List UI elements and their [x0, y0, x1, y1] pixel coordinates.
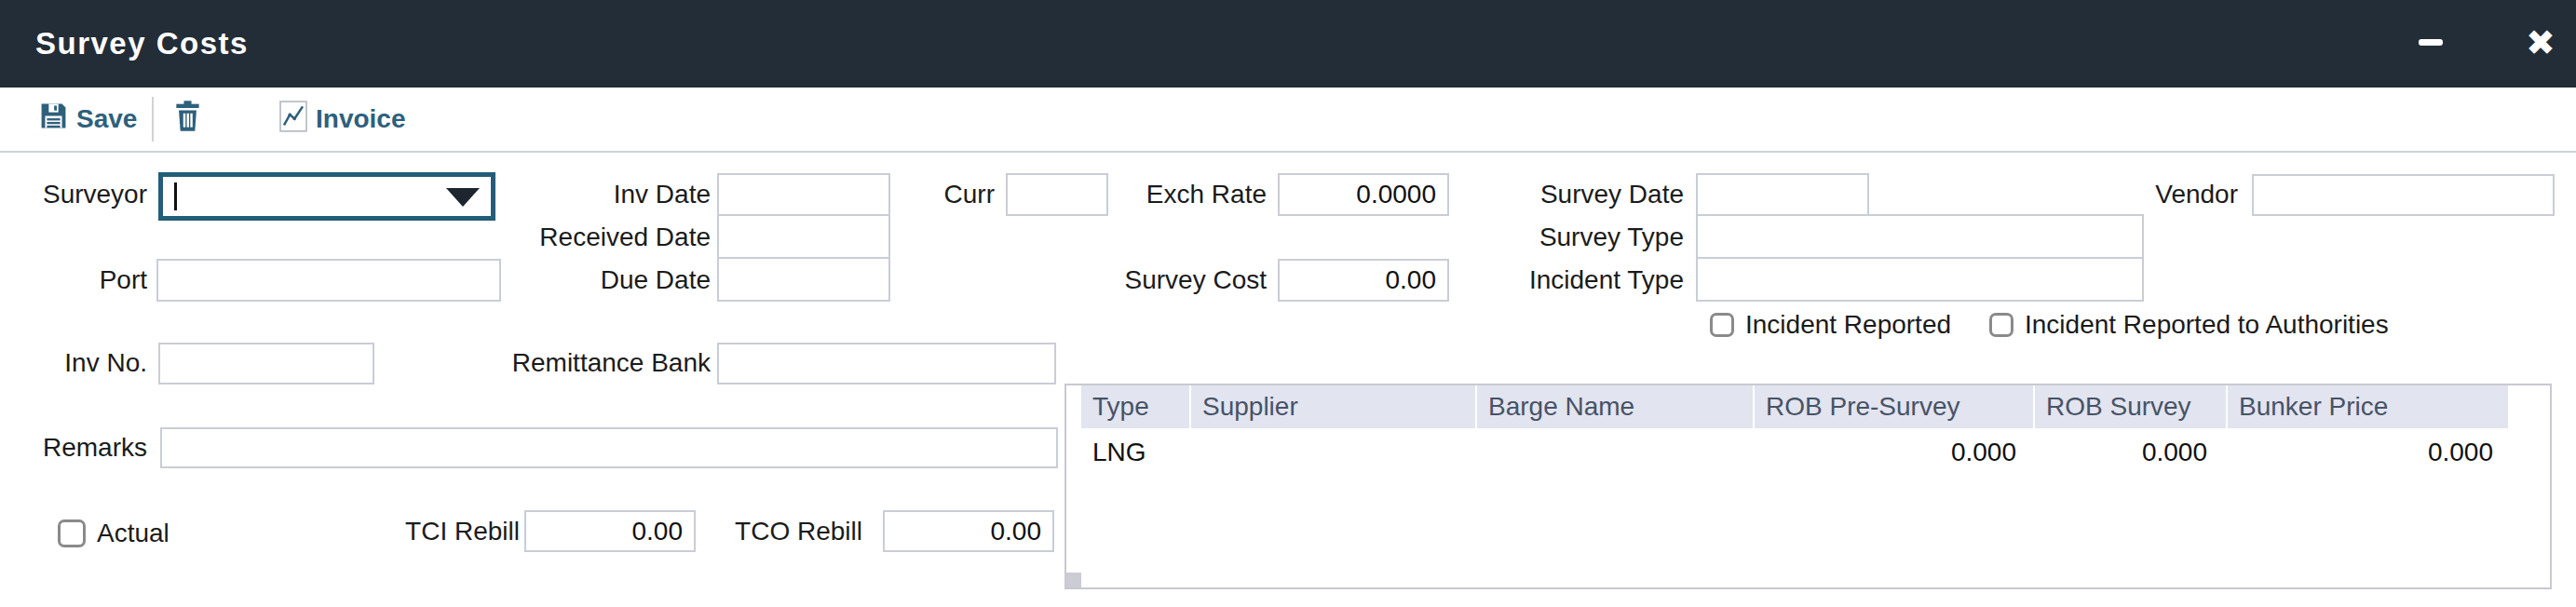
exch-rate-input[interactable] [1278, 173, 1449, 216]
survey-date-input[interactable] [1696, 173, 1869, 216]
scrollbar-corner [1066, 573, 1081, 587]
tco-rebill-label: TCO Rebill [723, 511, 862, 552]
save-button-label: Save [76, 104, 137, 134]
tci-rebill-input[interactable] [524, 510, 696, 552]
surveyor-dropdown[interactable] [158, 172, 495, 221]
cell-rob-survey[interactable]: 0.000 [2035, 432, 2207, 473]
inv-no-label: Inv No. [7, 343, 147, 384]
incident-reported-label: Incident Reported [1745, 304, 1951, 345]
remarks-input[interactable] [160, 427, 1058, 468]
window-title: Survey Costs [35, 0, 249, 88]
surveyor-label: Surveyor [7, 174, 147, 215]
bunker-table: Type Supplier Barge Name ROB Pre-Survey … [1064, 384, 2552, 589]
incident-reported-to-authorities-label: Incident Reported to Authorities [2025, 304, 2389, 345]
actual-label: Actual [97, 513, 169, 554]
received-date-input[interactable] [717, 214, 890, 259]
save-icon [39, 101, 68, 137]
survey-type-input[interactable] [1696, 214, 2144, 259]
close-icon[interactable]: ✖ [2515, 0, 2567, 88]
column-header-supplier[interactable]: Supplier [1191, 385, 1475, 428]
inv-date-input[interactable] [717, 173, 890, 216]
vendor-input[interactable] [2252, 174, 2555, 216]
due-date-label: Due Date [524, 260, 711, 301]
tco-rebill-input[interactable] [883, 510, 1054, 552]
inv-no-input[interactable] [158, 343, 374, 384]
vendor-label: Vendor [2126, 174, 2238, 215]
port-label: Port [7, 260, 147, 301]
cell-rob-pre-survey[interactable]: 0.000 [1755, 432, 2016, 473]
toolbar-separator [152, 97, 154, 142]
remittance-bank-input[interactable] [717, 343, 1056, 384]
trash-icon [175, 101, 200, 138]
curr-label: Curr [902, 174, 995, 215]
due-date-input[interactable] [717, 257, 890, 302]
survey-costs-window: Survey Costs ✖ Save [0, 0, 2576, 607]
exch-rate-label: Exch Rate [1127, 174, 1267, 215]
column-header-rob-survey[interactable]: ROB Survey [2035, 385, 2226, 428]
toolbar: Save [0, 88, 2576, 153]
incident-reported-checkbox[interactable] [1710, 313, 1734, 337]
text-cursor [174, 182, 177, 210]
remarks-label: Remarks [7, 427, 147, 468]
incident-reported-to-authorities-checkbox[interactable] [1989, 313, 2013, 337]
column-header-rob-pre-survey[interactable]: ROB Pre-Survey [1755, 385, 2033, 428]
inv-date-label: Inv Date [524, 174, 711, 215]
cell-bunker-price[interactable]: 0.000 [2228, 432, 2493, 473]
actual-checkbox[interactable] [58, 519, 86, 547]
title-bar: Survey Costs ✖ [0, 0, 2576, 88]
survey-type-label: Survey Type [1516, 217, 1684, 258]
cell-type[interactable]: LNG [1092, 432, 1186, 473]
delete-button[interactable] [175, 88, 200, 151]
column-header-type[interactable]: Type [1081, 385, 1189, 428]
survey-cost-input[interactable] [1278, 259, 1449, 302]
curr-input[interactable] [1006, 173, 1108, 216]
received-date-label: Received Date [487, 217, 711, 258]
chevron-down-icon [446, 188, 480, 207]
remittance-bank-label: Remittance Bank [468, 343, 711, 384]
tci-rebill-label: TCI Rebill [380, 511, 520, 552]
invoice-button[interactable]: Invoice [279, 88, 405, 151]
survey-cost-label: Survey Cost [1099, 260, 1267, 301]
invoice-chart-icon [279, 101, 307, 139]
column-header-barge-name[interactable]: Barge Name [1477, 385, 1753, 428]
port-input[interactable] [156, 259, 501, 302]
invoice-button-label: Invoice [316, 104, 405, 134]
survey-date-label: Survey Date [1516, 174, 1684, 215]
minimize-icon[interactable] [2419, 39, 2443, 46]
incident-type-input[interactable] [1696, 257, 2144, 302]
incident-type-label: Incident Type [1498, 260, 1684, 301]
column-header-bunker-price[interactable]: Bunker Price [2228, 385, 2508, 428]
save-button[interactable]: Save [39, 88, 137, 151]
